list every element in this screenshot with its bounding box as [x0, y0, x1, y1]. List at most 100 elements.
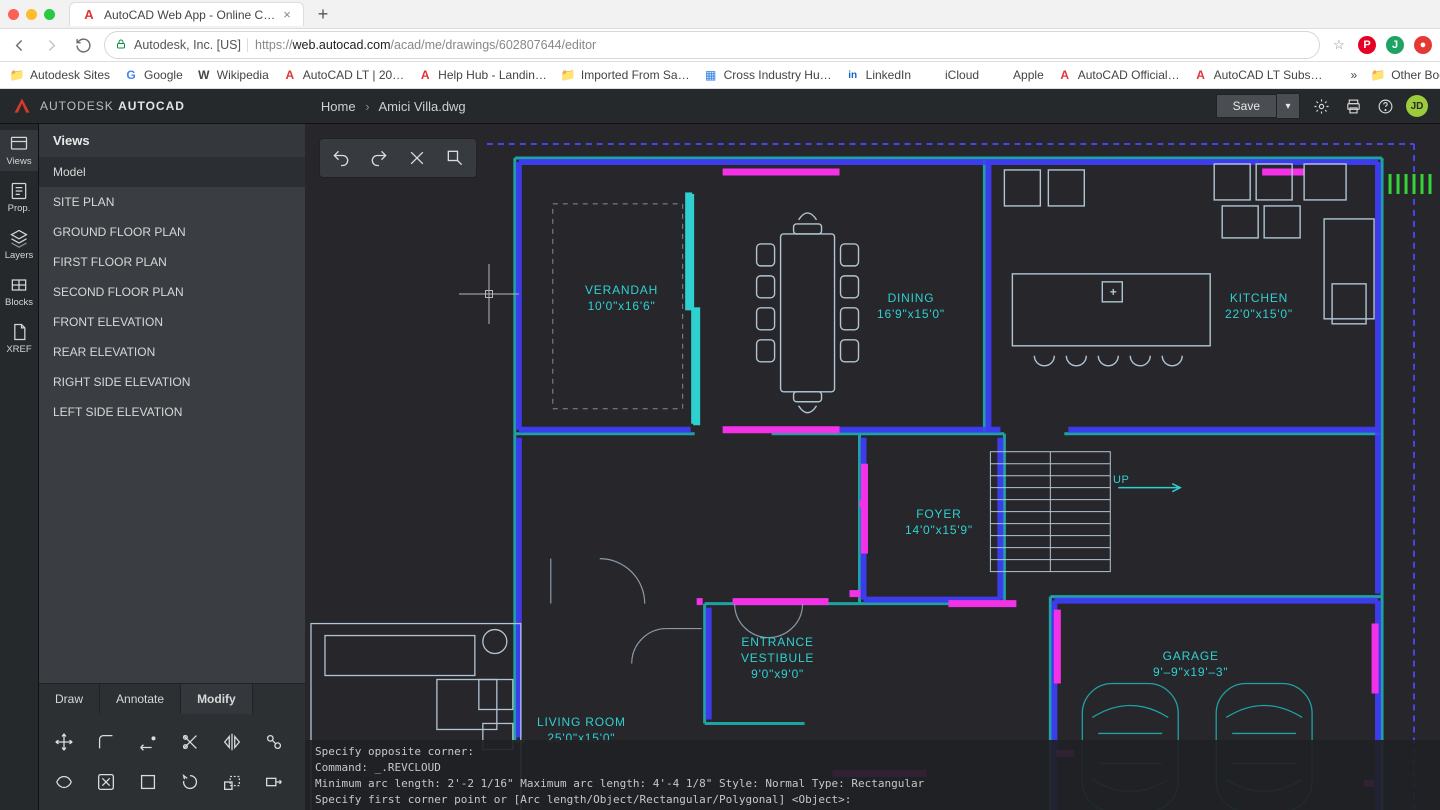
- profile-avatar-icon[interactable]: J: [1386, 36, 1404, 54]
- gear-icon: [1313, 98, 1330, 115]
- view-item-model[interactable]: Model: [39, 157, 305, 187]
- tool-trim[interactable]: [169, 722, 211, 762]
- blocks-icon: [9, 275, 29, 295]
- user-avatar[interactable]: JD: [1406, 95, 1428, 117]
- settings-button[interactable]: [1310, 95, 1332, 117]
- view-item-first-floor[interactable]: FIRST FLOOR PLAN: [39, 247, 305, 277]
- tool-mirror[interactable]: [211, 722, 253, 762]
- drawing-stage: VERANDAH10'0"x16'6" DINING16'9"x15'0" KI…: [305, 124, 1440, 810]
- view-item-rear-elev[interactable]: REAR ELEVATION: [39, 337, 305, 367]
- minimize-window-icon[interactable]: [26, 9, 37, 20]
- tool-rotate[interactable]: [169, 762, 211, 802]
- app-main: Views Prop. Layers Blocks XREF: [0, 124, 1440, 810]
- label-verandah: VERANDAH10'0"x16'6": [585, 282, 658, 314]
- bookmarks-bar: 📁Autodesk Sites GGoogle WWikipedia AAuto…: [0, 62, 1440, 89]
- rail-views[interactable]: Views: [0, 130, 38, 171]
- tab-modify[interactable]: Modify: [181, 684, 253, 714]
- label-stairs-up: UP: [1113, 474, 1129, 486]
- bookmarks-overflow[interactable]: »: [1351, 68, 1358, 82]
- ext-icon[interactable]: ●: [1414, 36, 1432, 54]
- rail-blocks[interactable]: Blocks: [0, 271, 38, 312]
- command-line[interactable]: Specify opposite corner: Command: _.REVC…: [305, 740, 1440, 810]
- view-item-second-floor[interactable]: SECOND FLOOR PLAN: [39, 277, 305, 307]
- autocad-app: AUTODESK AUTOCAD Home › Amici Villa.dwg …: [0, 89, 1440, 810]
- view-item-ground-floor[interactable]: GROUND FLOOR PLAN: [39, 217, 305, 247]
- cmd-line-4: Specify first corner point or [Arc lengt…: [315, 792, 1430, 808]
- pinterest-ext-icon[interactable]: P: [1358, 36, 1376, 54]
- rail-xref[interactable]: XREF: [0, 318, 38, 359]
- zoom-window-icon[interactable]: [44, 9, 55, 20]
- bottom-tabs: Draw Annotate Modify: [39, 683, 305, 714]
- label-dining: DINING16'9"x15'0": [877, 290, 945, 322]
- rail-layers[interactable]: Layers: [0, 224, 38, 265]
- canvas-quick-toolbar: [319, 138, 477, 178]
- bookmark-autocad-official[interactable]: AAutoCAD Official…: [1058, 68, 1180, 82]
- bookmark-icloud[interactable]: iCloud: [925, 68, 979, 82]
- nav-forward-button[interactable]: [40, 34, 62, 56]
- layers-icon: [9, 228, 29, 248]
- tool-erase[interactable]: [85, 762, 127, 802]
- help-button[interactable]: [1374, 95, 1396, 117]
- tool-stretch[interactable]: [253, 762, 295, 802]
- views-list: Model SITE PLAN GROUND FLOOR PLAN FIRST …: [39, 157, 305, 427]
- bookmark-folder-autodesk-sites[interactable]: 📁Autodesk Sites: [10, 68, 110, 82]
- bookmark-folder-imported[interactable]: 📁Imported From Sa…: [561, 68, 690, 82]
- tool-offset[interactable]: [127, 722, 169, 762]
- tool-move[interactable]: [43, 722, 85, 762]
- new-tab-button[interactable]: +: [312, 5, 335, 23]
- lock-icon: [115, 38, 127, 53]
- close-window-icon[interactable]: [8, 9, 19, 20]
- browser-tab-strip: A AutoCAD Web App - Online C… × +: [0, 0, 1440, 29]
- bookmark-help-hub[interactable]: AHelp Hub - Landin…: [418, 68, 547, 82]
- view-item-left-elev[interactable]: LEFT SIDE ELEVATION: [39, 397, 305, 427]
- tab-close-icon[interactable]: ×: [283, 8, 291, 21]
- bookmark-autocad-lt[interactable]: AAutoCAD LT | 20…: [283, 68, 404, 82]
- nav-reload-button[interactable]: [72, 34, 94, 56]
- tool-scale[interactable]: [211, 762, 253, 802]
- view-item-right-elev[interactable]: RIGHT SIDE ELEVATION: [39, 367, 305, 397]
- tool-fillet[interactable]: [85, 722, 127, 762]
- sidebar-rail: Views Prop. Layers Blocks XREF: [0, 124, 39, 810]
- browser-tab[interactable]: A AutoCAD Web App - Online C… ×: [69, 2, 304, 26]
- undo-button[interactable]: [324, 143, 358, 173]
- bookmark-apple[interactable]: Apple: [993, 68, 1044, 82]
- printer-icon: [1345, 98, 1362, 115]
- other-bookmarks-folder[interactable]: 📁Other Bookmarks: [1371, 68, 1440, 82]
- tool-explode[interactable]: [127, 762, 169, 802]
- app-logo: AUTODESK AUTOCAD: [12, 96, 185, 116]
- rail-properties[interactable]: Prop.: [0, 177, 38, 218]
- bookmark-linkedin[interactable]: inLinkedIn: [846, 68, 911, 82]
- tool-array[interactable]: [43, 762, 85, 802]
- bookmark-google[interactable]: GGoogle: [124, 68, 183, 82]
- drawing-canvas[interactable]: VERANDAH10'0"x16'6" DINING16'9"x15'0" KI…: [305, 124, 1440, 810]
- zoom-window-button[interactable]: [438, 143, 472, 173]
- bookmark-wikipedia[interactable]: WWikipedia: [197, 68, 269, 82]
- help-icon: [1377, 98, 1394, 115]
- redo-button[interactable]: [362, 143, 396, 173]
- floor-plan-drawing: [305, 124, 1440, 810]
- url-input[interactable]: Autodesk, Inc. [US] https://web.autocad.…: [104, 31, 1320, 59]
- view-item-site-plan[interactable]: SITE PLAN: [39, 187, 305, 217]
- modify-tools: [39, 714, 305, 810]
- bookmark-star-icon[interactable]: ☆: [1330, 36, 1348, 54]
- views-icon: [9, 134, 29, 154]
- breadcrumb-home[interactable]: Home: [321, 99, 356, 114]
- save-button[interactable]: Save: [1216, 94, 1277, 118]
- tool-copy[interactable]: [253, 722, 295, 762]
- breadcrumb-file: Amici Villa.dwg: [378, 99, 465, 114]
- views-panel: Views Model SITE PLAN GROUND FLOOR PLAN …: [39, 124, 305, 810]
- properties-icon: [9, 181, 29, 201]
- label-vestibule: ENTRANCEVESTIBULE9'0"x9'0": [741, 634, 814, 683]
- view-item-front-elev[interactable]: FRONT ELEVATION: [39, 307, 305, 337]
- tab-annotate[interactable]: Annotate: [100, 684, 181, 714]
- bookmark-cross-industry[interactable]: ▦Cross Industry Hu…: [704, 68, 832, 82]
- cancel-selection-button[interactable]: [400, 143, 434, 173]
- url-cert-label: Autodesk, Inc. [US]: [134, 38, 248, 52]
- window-controls: [8, 9, 55, 20]
- tab-draw[interactable]: Draw: [39, 684, 100, 714]
- bookmark-autocad-lt-subs[interactable]: AAutoCAD LT Subs…: [1194, 68, 1323, 82]
- print-button[interactable]: [1342, 95, 1364, 117]
- cmd-line-3: Minimum arc length: 2'-2 1/16" Maximum a…: [315, 776, 1430, 792]
- save-dropdown-button[interactable]: ▾: [1277, 93, 1300, 119]
- nav-back-button[interactable]: [8, 34, 30, 56]
